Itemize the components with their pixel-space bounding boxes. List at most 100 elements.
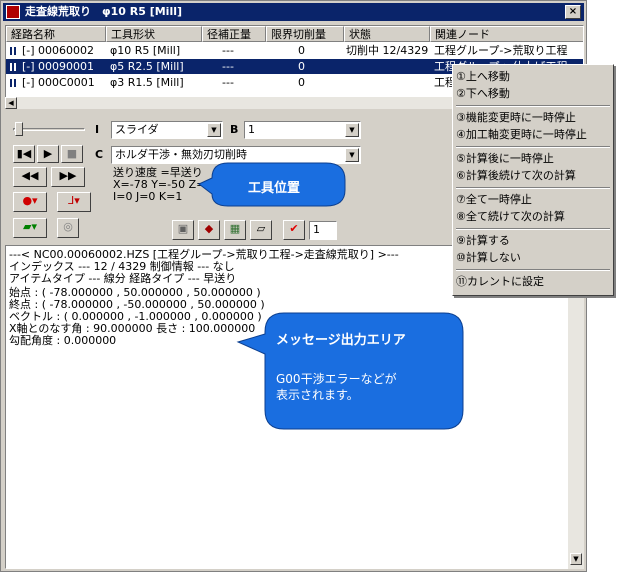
layer-icon: ▰▾ — [23, 220, 37, 233]
play-icon: ▶ — [43, 147, 53, 160]
rewind-button[interactable]: ▮◀ — [13, 145, 35, 163]
row-state: 切削中 12/4329 — [346, 44, 429, 57]
label-i: I — [95, 123, 100, 136]
mesh-icon: ▦ — [229, 222, 241, 235]
column-header-state[interactable]: 状態 — [344, 26, 430, 42]
row-tool: φ10 R5 [Mill] — [110, 44, 181, 57]
column-header-limit[interactable]: 限界切削量 — [266, 26, 344, 42]
menu-item-move-down[interactable]: ②下へ移動 — [456, 86, 610, 102]
menu-separator — [456, 228, 610, 230]
row-comp: --- — [222, 76, 234, 89]
message-callout-body-line1: G00干渉エラーなどが — [276, 372, 397, 386]
menu-separator — [456, 269, 610, 271]
stock-icon: ▣ — [177, 222, 189, 235]
menu-item-move-up[interactable]: ①上へ移動 — [456, 69, 610, 85]
menu-separator — [456, 105, 610, 107]
chevron-down-icon[interactable]: ▼ — [345, 148, 359, 162]
skip-back-icon: ▮◀ — [16, 147, 32, 160]
fast-back-icon: ◀◀ — [21, 169, 39, 182]
stop-button[interactable]: ■ — [61, 145, 83, 163]
mode-combo[interactable]: スライダ ▼ — [111, 121, 223, 139]
menu-item-pause-all[interactable]: ⑦全て一時停止 — [456, 192, 610, 208]
check-button[interactable]: ✔ — [283, 220, 305, 240]
checkmark-icon: ✔ — [289, 222, 299, 235]
table-row[interactable]: [-] 00060002 φ10 R5 [Mill] --- 0 切削中 12/… — [6, 43, 583, 58]
erase-button[interactable]: ▱ — [250, 220, 272, 240]
frame-count-input[interactable]: 1 — [309, 221, 337, 240]
row-marker-icon — [10, 47, 16, 55]
window-title: 走査線荒取り φ10 R5 [Mill] — [25, 5, 183, 18]
marker-dropdown-button[interactable]: ●▾ — [13, 192, 47, 212]
title-bar[interactable]: 走査線荒取り φ10 R5 [Mill] × — [3, 3, 584, 21]
mode-combo-value: スライダ — [115, 123, 159, 136]
marker-icon: ●▾ — [22, 194, 38, 207]
play-button[interactable]: ▶ — [37, 145, 59, 163]
row-marker-icon — [10, 79, 16, 87]
eraser-icon: ▱ — [256, 222, 266, 235]
b-combo-value: 1 — [248, 123, 255, 136]
message-callout-body-line2: 表示されます。 — [276, 388, 359, 402]
solid-button[interactable]: ◆ — [198, 220, 220, 240]
row-state — [346, 59, 430, 74]
column-header-name[interactable]: 経路名称 — [6, 26, 106, 42]
menu-item-continue-all[interactable]: ⑧全て続けて次の計算 — [456, 209, 610, 225]
axis-icon: ⅃▾ — [68, 194, 80, 207]
row-limit: 0 — [298, 60, 305, 73]
message-callout-title: メッセージ出力エリア — [276, 333, 406, 348]
step-back-button[interactable]: ◀◀ — [13, 167, 47, 187]
menu-item-continue-after-calc[interactable]: ⑥計算後続けて次の計算 — [456, 168, 610, 184]
b-combo[interactable]: 1 ▼ — [244, 121, 361, 139]
menu-item-set-current[interactable]: ⑪カレントに設定 — [456, 274, 610, 290]
menu-item-calculate[interactable]: ⑨計算する — [456, 233, 610, 249]
tool-position-callout-label: 工具位置 — [248, 181, 301, 196]
row-node: 工程グループ->荒取り工程 — [434, 44, 568, 57]
list-header: 経路名称 工具形状 径補正量 限界切削量 状態 関連ノード — [6, 26, 583, 42]
menu-item-do-not-calculate[interactable]: ⑩計算しない — [456, 250, 610, 266]
layer-dropdown-button[interactable]: ▰▾ — [13, 218, 47, 238]
step-forward-button[interactable]: ▶▶ — [51, 167, 85, 187]
axis-dropdown-button[interactable]: ⅃▾ — [57, 192, 91, 212]
menu-item-pause-on-function-change[interactable]: ③機能変更時に一時停止 — [456, 110, 610, 126]
frame-count-value: 1 — [313, 223, 320, 236]
row-limit: 0 — [298, 76, 305, 89]
column-header-node[interactable]: 関連ノード — [430, 26, 583, 42]
row-name: [-] 00090001 — [22, 60, 95, 73]
column-header-comp[interactable]: 径補正量 — [202, 26, 266, 42]
zoom-button[interactable]: ◎ — [57, 218, 79, 238]
mesh-button[interactable]: ▦ — [224, 220, 246, 240]
row-state — [346, 75, 430, 90]
chevron-down-icon[interactable]: ▼ — [345, 123, 359, 137]
feed-rate-text: 送り速度 =早送り — [113, 166, 203, 179]
message-line: 勾配角度 : 0.000000 — [9, 334, 117, 347]
row-marker-icon — [10, 63, 16, 71]
speed-slider-track[interactable] — [13, 128, 85, 131]
magnifier-icon: ◎ — [63, 220, 73, 233]
row-comp: --- — [222, 60, 234, 73]
fast-forward-icon: ▶▶ — [59, 169, 77, 182]
stock-button[interactable]: ▣ — [172, 220, 194, 240]
row-tool: φ3 R1.5 [Mill] — [110, 76, 184, 89]
stop-icon: ■ — [66, 147, 78, 160]
tool-vector-text: I=0 J=0 K=1 — [113, 190, 183, 203]
menu-item-pause-on-axis-change[interactable]: ④加工軸変更時に一時停止 — [456, 127, 610, 143]
row-tool: φ5 R2.5 [Mill] — [110, 60, 184, 73]
context-menu: ①上へ移動 ②下へ移動 ③機能変更時に一時停止 ④加工軸変更時に一時停止 ⑤計算… — [452, 64, 614, 296]
row-name: [-] 00060002 — [22, 44, 95, 57]
menu-item-pause-after-calc[interactable]: ⑤計算後に一時停止 — [456, 151, 610, 167]
menu-separator — [456, 146, 610, 148]
column-header-tool[interactable]: 工具形状 — [106, 26, 202, 42]
menu-separator — [456, 187, 610, 189]
check-mode-combo-value: ホルダ干渉・無効刃切削時 — [115, 148, 247, 161]
close-button[interactable]: × — [565, 5, 581, 19]
row-comp: --- — [222, 44, 234, 57]
row-limit: 0 — [298, 44, 305, 57]
chevron-down-icon[interactable]: ▼ — [207, 123, 221, 137]
message-line: アイテムタイプ --- 線分 経路タイプ --- 早送り — [9, 272, 237, 285]
speed-slider-thumb[interactable] — [15, 122, 23, 136]
app-icon — [6, 5, 20, 19]
label-c: C — [95, 148, 104, 161]
scroll-left-icon[interactable]: ◀ — [5, 97, 17, 109]
row-name: [-] 000C0001 — [22, 76, 95, 89]
solid-cube-icon: ◆ — [204, 222, 214, 235]
scroll-down-icon[interactable]: ▼ — [570, 553, 582, 565]
